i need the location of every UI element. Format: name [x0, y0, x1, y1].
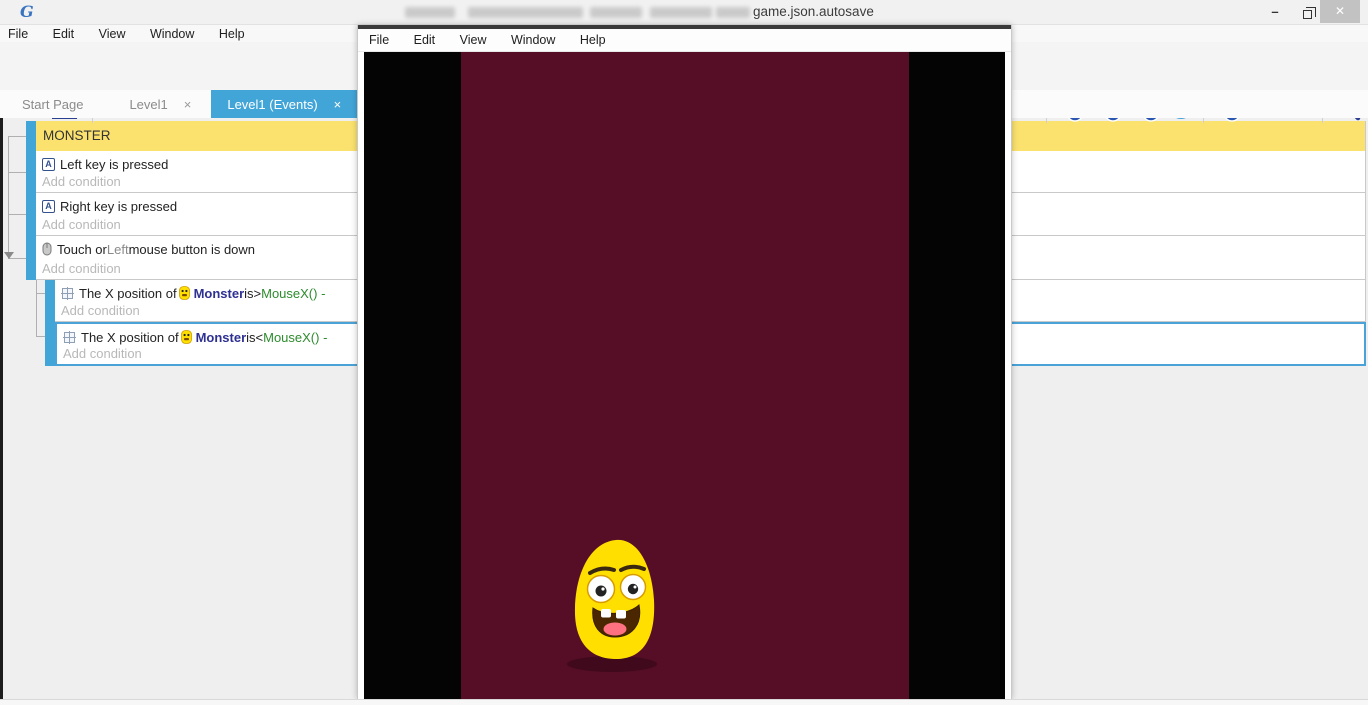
tab-start-page[interactable]: Start Page — [8, 90, 97, 118]
event-drag-bar[interactable] — [26, 236, 36, 280]
position-icon — [63, 331, 76, 344]
menu-edit[interactable]: Edit — [43, 26, 85, 43]
restore-icon — [1303, 10, 1312, 19]
menu-file[interactable]: File — [0, 26, 38, 43]
condition-text: The X position of — [79, 286, 177, 301]
keyboard-key-icon: A — [42, 200, 55, 213]
condition-text: Right key is pressed — [60, 199, 177, 214]
operator-text: < — [256, 330, 264, 345]
expression-text: MouseX() - — [263, 330, 327, 345]
close-button[interactable]: ✕ — [1320, 0, 1360, 23]
object-name: Monster — [196, 330, 247, 345]
tab-label: Level1 — [129, 97, 167, 112]
window-title: game.json.autosave — [753, 4, 874, 19]
monster-object-icon — [181, 330, 192, 344]
event-drag-bar[interactable] — [45, 322, 55, 366]
menu-view[interactable]: View — [89, 26, 136, 43]
preview-menubar: File Edit View Window Help — [358, 29, 1011, 52]
titlebar: G game.json.autosave – ✕ — [0, 0, 1368, 25]
tab-level1-events[interactable]: Level1 (Events) × — [211, 90, 357, 118]
condition-text: Touch or — [57, 242, 107, 257]
expression-text: MouseX() - — [261, 286, 325, 301]
tab-close-icon[interactable]: × — [184, 97, 192, 112]
preview-window: File Edit View Window Help — [357, 25, 1012, 699]
condition-text: is — [246, 330, 255, 345]
add-condition-link[interactable]: Add condition — [42, 217, 121, 232]
game-canvas[interactable] — [364, 52, 1005, 699]
tab-label: Level1 (Events) — [227, 97, 317, 112]
gdevelop-logo-icon: G — [20, 2, 40, 22]
tab-label: Start Page — [22, 97, 83, 112]
menu-help[interactable]: Help — [209, 26, 255, 43]
add-condition-link[interactable]: Add condition — [42, 174, 121, 189]
redacted-text-blur — [590, 7, 642, 18]
event-drag-bar[interactable] — [26, 121, 36, 151]
tab-close-icon[interactable]: × — [334, 97, 342, 112]
condition-text: Left key is pressed — [60, 157, 168, 172]
tab-level1[interactable]: Level1 × — [115, 90, 205, 118]
redacted-text-blur — [650, 7, 712, 18]
keyboard-key-icon: A — [42, 158, 55, 171]
operator-text: > — [254, 286, 262, 301]
redacted-text-blur — [405, 7, 455, 18]
add-condition-link[interactable]: Add condition — [61, 303, 140, 318]
position-icon — [61, 287, 74, 300]
add-condition-link[interactable]: Add condition — [42, 261, 121, 276]
menu-window[interactable]: Window — [140, 26, 204, 43]
event-drag-bar[interactable] — [26, 193, 36, 236]
monster-sprite — [564, 536, 664, 681]
bottom-scroll-strip[interactable] — [0, 699, 1368, 705]
preview-menu-file[interactable]: File — [358, 29, 399, 51]
restore-button[interactable] — [1294, 0, 1320, 23]
condition-text: mouse button is down — [129, 242, 255, 257]
condition-param: Left — [107, 242, 129, 257]
minimize-button[interactable]: – — [1258, 0, 1292, 23]
preview-menu-edit[interactable]: Edit — [404, 29, 446, 51]
event-drag-bar[interactable] — [26, 151, 36, 193]
preview-menu-window[interactable]: Window — [501, 29, 565, 51]
game-play-area — [461, 52, 909, 699]
redacted-text-blur — [468, 7, 583, 18]
object-name: Monster — [194, 286, 245, 301]
preview-menu-help[interactable]: Help — [570, 29, 616, 51]
monster-object-icon — [179, 286, 190, 300]
condition-text: The X position of — [81, 330, 179, 345]
redacted-text-blur — [716, 7, 750, 18]
condition-text: is — [244, 286, 253, 301]
event-drag-bar[interactable] — [45, 280, 55, 322]
preview-menu-view[interactable]: View — [450, 29, 497, 51]
add-condition-link[interactable]: Add condition — [63, 346, 142, 361]
mouse-icon — [42, 242, 52, 256]
